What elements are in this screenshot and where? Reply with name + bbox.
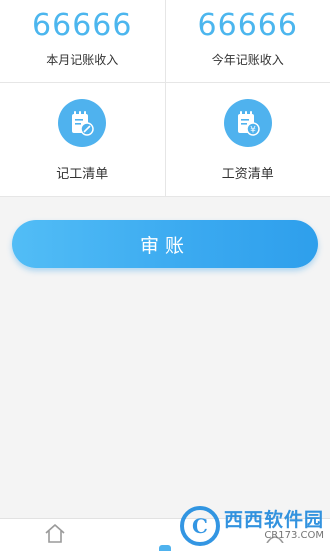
home-icon bbox=[44, 523, 66, 543]
function-menu: 记工清单 ¥ 工资清单 bbox=[0, 83, 330, 197]
work-list-label: 记工清单 bbox=[0, 163, 165, 182]
watermark-domain: CR173.COM bbox=[224, 530, 324, 542]
brand-logo-icon: C bbox=[180, 506, 220, 546]
work-list-menu-item[interactable]: 记工清单 bbox=[0, 83, 165, 196]
yearly-income-label: 今年记账收入 bbox=[166, 51, 330, 68]
svg-text:¥: ¥ bbox=[250, 126, 256, 136]
income-stats: 66666 本月记账收入 66666 今年记账收入 bbox=[0, 0, 330, 83]
audit-button[interactable]: 审账 bbox=[12, 220, 318, 268]
notebook-pen-icon bbox=[58, 99, 106, 147]
monthly-income-label: 本月记账收入 bbox=[0, 51, 165, 68]
watermark-brand: 西西软件园 bbox=[224, 510, 324, 530]
monthly-income-stat: 66666 本月记账收入 bbox=[0, 0, 165, 82]
ledger-icon bbox=[159, 545, 171, 551]
yearly-income-stat: 66666 今年记账收入 bbox=[165, 0, 330, 82]
monthly-income-value: 66666 bbox=[0, 8, 165, 43]
tab-home[interactable] bbox=[0, 519, 110, 551]
notebook-yen-icon: ¥ bbox=[224, 99, 272, 147]
yearly-income-value: 66666 bbox=[166, 8, 330, 43]
salary-list-menu-item[interactable]: ¥ 工资清单 bbox=[165, 83, 330, 196]
salary-list-label: 工资清单 bbox=[166, 163, 330, 182]
site-watermark: C 西西软件园 CR173.COM bbox=[180, 506, 324, 546]
